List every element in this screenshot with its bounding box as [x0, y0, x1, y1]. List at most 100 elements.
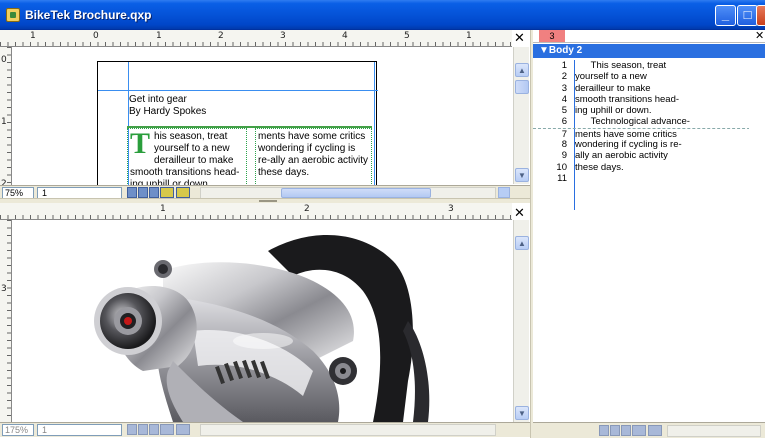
page-number-field[interactable]: 1 — [37, 424, 122, 436]
story-line[interactable]: 7 ments have some critics — [533, 127, 765, 140]
line-number: 1 — [561, 60, 567, 71]
layer-icon[interactable] — [176, 187, 190, 198]
story-line[interactable]: 8 wondering if cycling is re- — [533, 139, 765, 150]
paragraph-style-header[interactable]: ▼Body 2 — [533, 44, 765, 58]
document-page[interactable]: Get into gear By Hardy Spokes T his seas… — [97, 61, 378, 200]
vertical-ruler[interactable]: 0 1 2 — [0, 47, 12, 189]
story-editor-pane[interactable]: 3 ✕ ▼Body 2 1 This season, treat 2 yourse… — [533, 30, 765, 438]
ruler-number: 4 — [342, 31, 348, 41]
story-line[interactable]: 10 these days. — [533, 162, 765, 173]
story-line[interactable]: 2 yourself to a new — [533, 71, 765, 82]
line-number: 9 — [561, 150, 567, 162]
margin-guide — [98, 90, 378, 91]
horizontal-ruler[interactable]: 1 0 1 2 3 4 5 1 — [0, 30, 512, 47]
line-text: derailleur to make — [575, 82, 651, 94]
ruler-number: 1 — [1, 117, 7, 127]
vertical-scrollbar[interactable]: ▲ ▼ — [513, 47, 529, 184]
ruler-number: 2 — [304, 204, 310, 214]
headline: Get into gear — [129, 94, 187, 105]
horizontal-scroll-thumb[interactable] — [281, 188, 431, 198]
previous-page-icon[interactable] — [610, 425, 620, 436]
scroll-up-arrow[interactable]: ▲ — [515, 63, 529, 77]
horizontal-ruler[interactable]: 1 2 3 — [0, 203, 512, 220]
ruler-number: 5 — [404, 31, 410, 41]
image-status-bar: 175% 1 — [0, 422, 530, 437]
close-view-icon[interactable]: ✕ — [514, 31, 525, 46]
headline-text-box[interactable]: Get into gear By Hardy Spokes — [127, 92, 372, 128]
layer-icon[interactable] — [176, 424, 190, 435]
scroll-down-arrow[interactable]: ▼ — [515, 406, 529, 420]
story-line[interactable]: 4 smooth transitions head- — [533, 94, 765, 105]
page-menu-icon[interactable] — [599, 425, 609, 436]
ruler-number: 1 — [160, 204, 166, 214]
zoom-field[interactable]: 175% — [2, 424, 34, 436]
layer-icon[interactable] — [648, 425, 662, 436]
ruler-number: 2 — [218, 31, 224, 41]
story-vertical-scrollbar[interactable] — [749, 70, 765, 422]
title-bar: BikeTek Brochure.qxp _ □ — [0, 0, 765, 30]
ruler-number: 3 — [280, 31, 286, 41]
ruler-number: 0 — [93, 31, 99, 41]
horizontal-scrollbar[interactable] — [667, 425, 761, 437]
close-window-button[interactable] — [756, 5, 765, 26]
line-number: 10 — [556, 161, 567, 173]
line-number: 8 — [561, 139, 567, 151]
line-text: these days. — [575, 161, 624, 173]
ruler-number: 3 — [1, 284, 7, 294]
story-status-bar — [533, 422, 765, 438]
byline: By Hardy Spokes — [129, 106, 207, 117]
ruler-number: 1 — [30, 31, 36, 41]
line-text: smooth transitions head- — [575, 93, 680, 105]
line-number: 5 — [561, 105, 567, 117]
view-mode-icon[interactable] — [160, 187, 174, 198]
split-grip — [259, 200, 277, 202]
margin-guide — [374, 62, 375, 200]
story-line[interactable]: 1 This season, treat — [533, 60, 765, 71]
scroll-up-arrow[interactable]: ▲ — [515, 236, 529, 250]
line-text: ally an aerobic activity — [575, 150, 668, 162]
quarkxpress-app-icon[interactable] — [6, 8, 20, 22]
line-text: ing uphill or down. — [575, 105, 652, 117]
view-mode-icon[interactable] — [160, 424, 174, 435]
minimize-button[interactable]: _ — [715, 5, 736, 26]
maximize-button[interactable]: □ — [737, 5, 758, 26]
scroll-down-arrow[interactable]: ▼ — [515, 168, 529, 182]
next-page-icon[interactable] — [149, 187, 159, 198]
ruler-number: 0 — [1, 55, 7, 65]
drop-cap: T — [130, 128, 151, 160]
story-line[interactable]: 11 — [533, 173, 765, 184]
layout-view-pane[interactable]: 1 0 1 2 3 4 5 1 ✕ 0 1 2 Get into gear By… — [0, 30, 530, 200]
line-text: This season, treat — [575, 60, 667, 71]
story-line[interactable]: 9 ally an aerobic activity — [533, 150, 765, 161]
horizontal-scrollbar[interactable] — [200, 424, 496, 436]
close-view-icon[interactable]: ✕ — [514, 206, 525, 221]
story-marker: 3 — [539, 30, 565, 42]
view-mode-icon[interactable] — [632, 425, 646, 436]
scroll-right-arrow[interactable] — [498, 187, 510, 198]
image-view-pane[interactable]: 1 2 3 ✕ 3 ▲ ▼ 175% 1 — [0, 203, 530, 438]
story-topbar: 3 — [533, 30, 765, 43]
line-text: yourself to a new — [575, 71, 647, 83]
next-page-icon[interactable] — [149, 424, 159, 435]
ruler-number: 1 — [156, 31, 162, 41]
page-menu-icon[interactable] — [127, 187, 137, 198]
ruler-number: 3 — [448, 204, 454, 214]
line-number: 11 — [557, 172, 567, 184]
bike-derailleur-image — [94, 234, 430, 422]
next-page-icon[interactable] — [621, 425, 631, 436]
scroll-thumb[interactable] — [515, 80, 529, 94]
story-line[interactable]: 6 Technological advance- — [533, 116, 765, 127]
story-text-lines[interactable]: 1 This season, treat 2 yourself to a new … — [533, 60, 765, 184]
close-story-icon[interactable]: ✕ — [755, 30, 764, 42]
vertical-scrollbar[interactable]: ▲ ▼ — [513, 220, 529, 422]
line-text: Technological advance- — [575, 116, 690, 128]
vertical-ruler[interactable]: 3 — [0, 220, 12, 422]
line-number: 4 — [561, 93, 567, 105]
story-line[interactable]: 3 derailleur to make — [533, 83, 765, 94]
story-line[interactable]: 5 ing uphill or down. — [533, 105, 765, 116]
previous-page-icon[interactable] — [138, 187, 148, 198]
column-2-text: ments have some critics wondering if cyc… — [258, 131, 369, 178]
derailleur-photo[interactable] — [13, 221, 510, 422]
page-menu-icon[interactable] — [127, 424, 137, 435]
previous-page-icon[interactable] — [138, 424, 148, 435]
